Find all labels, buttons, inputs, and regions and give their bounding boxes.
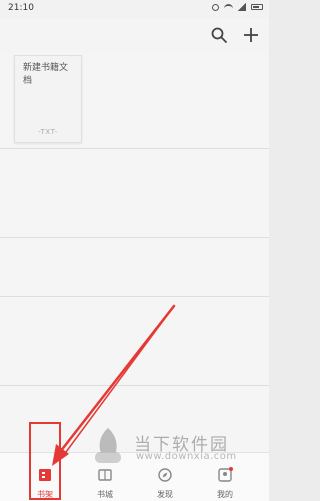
wifi-icon bbox=[224, 4, 233, 10]
alarm-icon bbox=[212, 3, 219, 11]
top-toolbar bbox=[0, 18, 269, 52]
discover-icon bbox=[158, 468, 172, 482]
tab-label: 发现 bbox=[157, 490, 173, 499]
search-icon[interactable] bbox=[210, 26, 228, 44]
status-icons bbox=[212, 3, 263, 11]
signal-icon bbox=[238, 3, 246, 11]
tab-label: 书城 bbox=[97, 490, 113, 499]
bookstore-icon bbox=[98, 469, 112, 481]
profile-icon bbox=[218, 467, 233, 482]
tab-bookshelf[interactable]: 书架 bbox=[18, 453, 72, 501]
bottom-tab-bar: 书架 书城 发现 我的 bbox=[0, 452, 269, 501]
tab-label: 我的 bbox=[217, 490, 233, 499]
bookshelf-icon bbox=[39, 469, 51, 481]
tab-label: 书架 bbox=[37, 490, 53, 499]
book-title: 新建书籍文档 bbox=[23, 63, 69, 86]
shelf-row bbox=[0, 149, 269, 238]
status-bar: 21:10 bbox=[0, 0, 269, 18]
book-format-label: -TXT- bbox=[38, 128, 58, 136]
shelf-row bbox=[0, 297, 269, 386]
shelf-row bbox=[0, 386, 269, 453]
shelf-row bbox=[0, 238, 269, 297]
book-card[interactable]: 新建书籍文档 -TXT- bbox=[14, 55, 82, 143]
tab-bookstore[interactable]: 书城 bbox=[78, 453, 132, 501]
add-icon[interactable] bbox=[242, 26, 260, 44]
battery-icon bbox=[251, 4, 263, 10]
tab-profile[interactable]: 我的 bbox=[198, 453, 252, 501]
tab-discover[interactable]: 发现 bbox=[138, 453, 192, 501]
status-time: 21:10 bbox=[8, 3, 34, 13]
